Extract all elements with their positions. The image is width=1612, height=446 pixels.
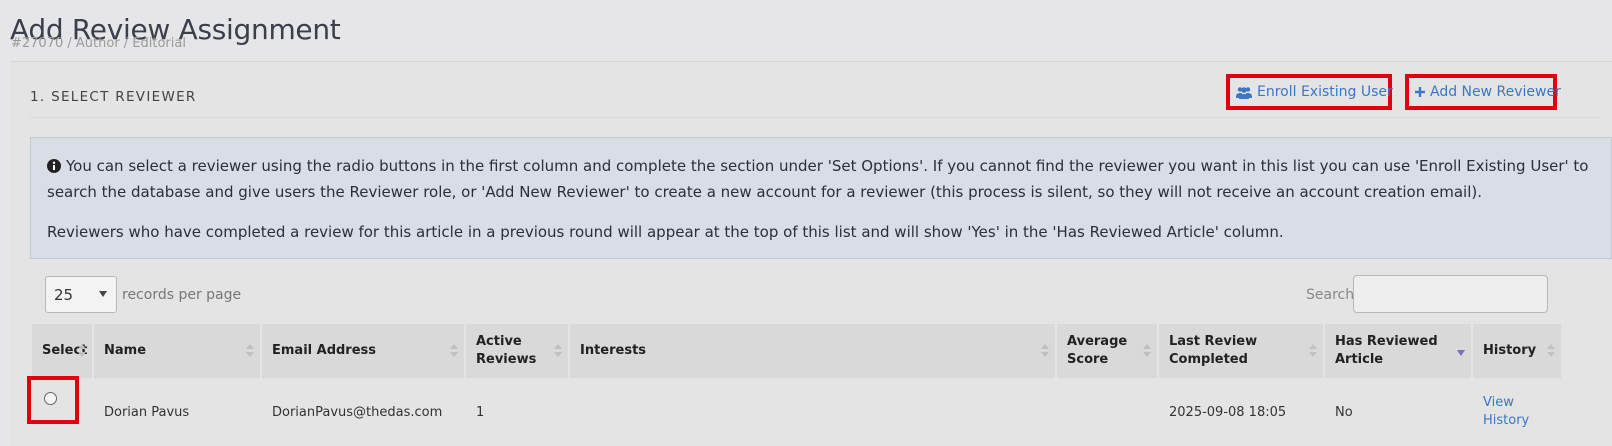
column-header-interests[interactable]: Interests xyxy=(570,324,1055,378)
sort-icon xyxy=(1309,344,1317,358)
info-paragraph-2: Reviewers who have completed a review fo… xyxy=(47,223,1284,241)
info-box: You can select a reviewer using the radi… xyxy=(30,137,1612,259)
records-per-page-value: 25 xyxy=(54,285,74,304)
column-header-name[interactable]: Name xyxy=(94,324,260,378)
select-reviewer-panel: 1. SELECT REVIEWER Enroll Existing User … xyxy=(10,61,1612,446)
has-reviewed-article: No xyxy=(1335,404,1353,420)
records-per-page-select[interactable]: 25 xyxy=(45,276,117,313)
enroll-existing-user-label: Enroll Existing User xyxy=(1257,84,1393,100)
view-history-link[interactable]: View History xyxy=(1483,394,1533,430)
sort-icon xyxy=(1041,344,1049,358)
active-reviews: 1 xyxy=(476,404,485,420)
column-header-select[interactable]: Select xyxy=(32,324,92,378)
sort-icon xyxy=(78,344,86,358)
column-header-label: Name xyxy=(104,343,147,358)
dropdown-arrow-icon xyxy=(99,291,107,297)
table-row: Dorian Pavus DorianPavus@thedas.com 1 20… xyxy=(27,376,1612,446)
column-header-label: Interests xyxy=(580,343,647,358)
interests xyxy=(570,378,1055,446)
add-new-reviewer-label: Add New Reviewer xyxy=(1430,84,1561,100)
average-score xyxy=(1057,378,1157,446)
select-cell xyxy=(27,376,92,446)
sort-icon xyxy=(246,344,254,358)
column-header-last-review[interactable]: Last Review Completed xyxy=(1159,324,1323,378)
column-header-label: Email Address xyxy=(272,343,377,358)
add-new-reviewer-button[interactable]: Add New Reviewer xyxy=(1405,74,1561,110)
records-per-page-label: records per page xyxy=(122,287,242,303)
column-header-average-score[interactable]: Average Score xyxy=(1057,324,1157,378)
breadcrumb: #27070 / Author / Editorial xyxy=(11,36,186,51)
history-cell: View History xyxy=(1473,378,1543,446)
section-title: 1. SELECT REVIEWER xyxy=(30,89,197,105)
sort-icon xyxy=(1547,344,1555,358)
column-header-label: Last Review Completed xyxy=(1169,334,1258,367)
column-header-label: Active Reviews xyxy=(476,334,537,367)
search-input[interactable] xyxy=(1353,275,1548,313)
column-header-label: Has Reviewed Article xyxy=(1335,334,1438,367)
column-header-label: History xyxy=(1483,343,1537,358)
column-header-email[interactable]: Email Address xyxy=(262,324,464,378)
sort-icon xyxy=(554,344,562,358)
sort-desc-icon xyxy=(1457,350,1465,356)
reviewer-email: DorianPavus@thedas.com xyxy=(272,404,443,420)
column-header-history[interactable]: History xyxy=(1473,324,1561,378)
column-header-active-reviews[interactable]: Active Reviews xyxy=(466,324,568,378)
divider xyxy=(30,117,1600,118)
users-icon xyxy=(1236,86,1252,99)
plus-icon xyxy=(1415,87,1425,97)
info-text-1: You can select a reviewer using the radi… xyxy=(47,157,1589,201)
info-paragraph-1: You can select a reviewer using the radi… xyxy=(47,154,1595,204)
search-label: Search: xyxy=(1306,287,1359,303)
info-circle-icon xyxy=(47,156,61,180)
reviewer-name: Dorian Pavus xyxy=(104,404,190,420)
column-header-has-reviewed[interactable]: Has Reviewed Article xyxy=(1325,324,1471,378)
enroll-existing-user-button[interactable]: Enroll Existing User xyxy=(1226,74,1393,110)
table-header: Select Name Email Address Active Reviews… xyxy=(32,324,1612,378)
column-header-label: Average Score xyxy=(1067,334,1128,367)
sort-icon xyxy=(450,344,458,358)
last-review-completed: 2025-09-08 18:05 xyxy=(1169,404,1287,420)
sort-icon xyxy=(1143,344,1151,358)
select-reviewer-radio[interactable] xyxy=(44,392,57,405)
